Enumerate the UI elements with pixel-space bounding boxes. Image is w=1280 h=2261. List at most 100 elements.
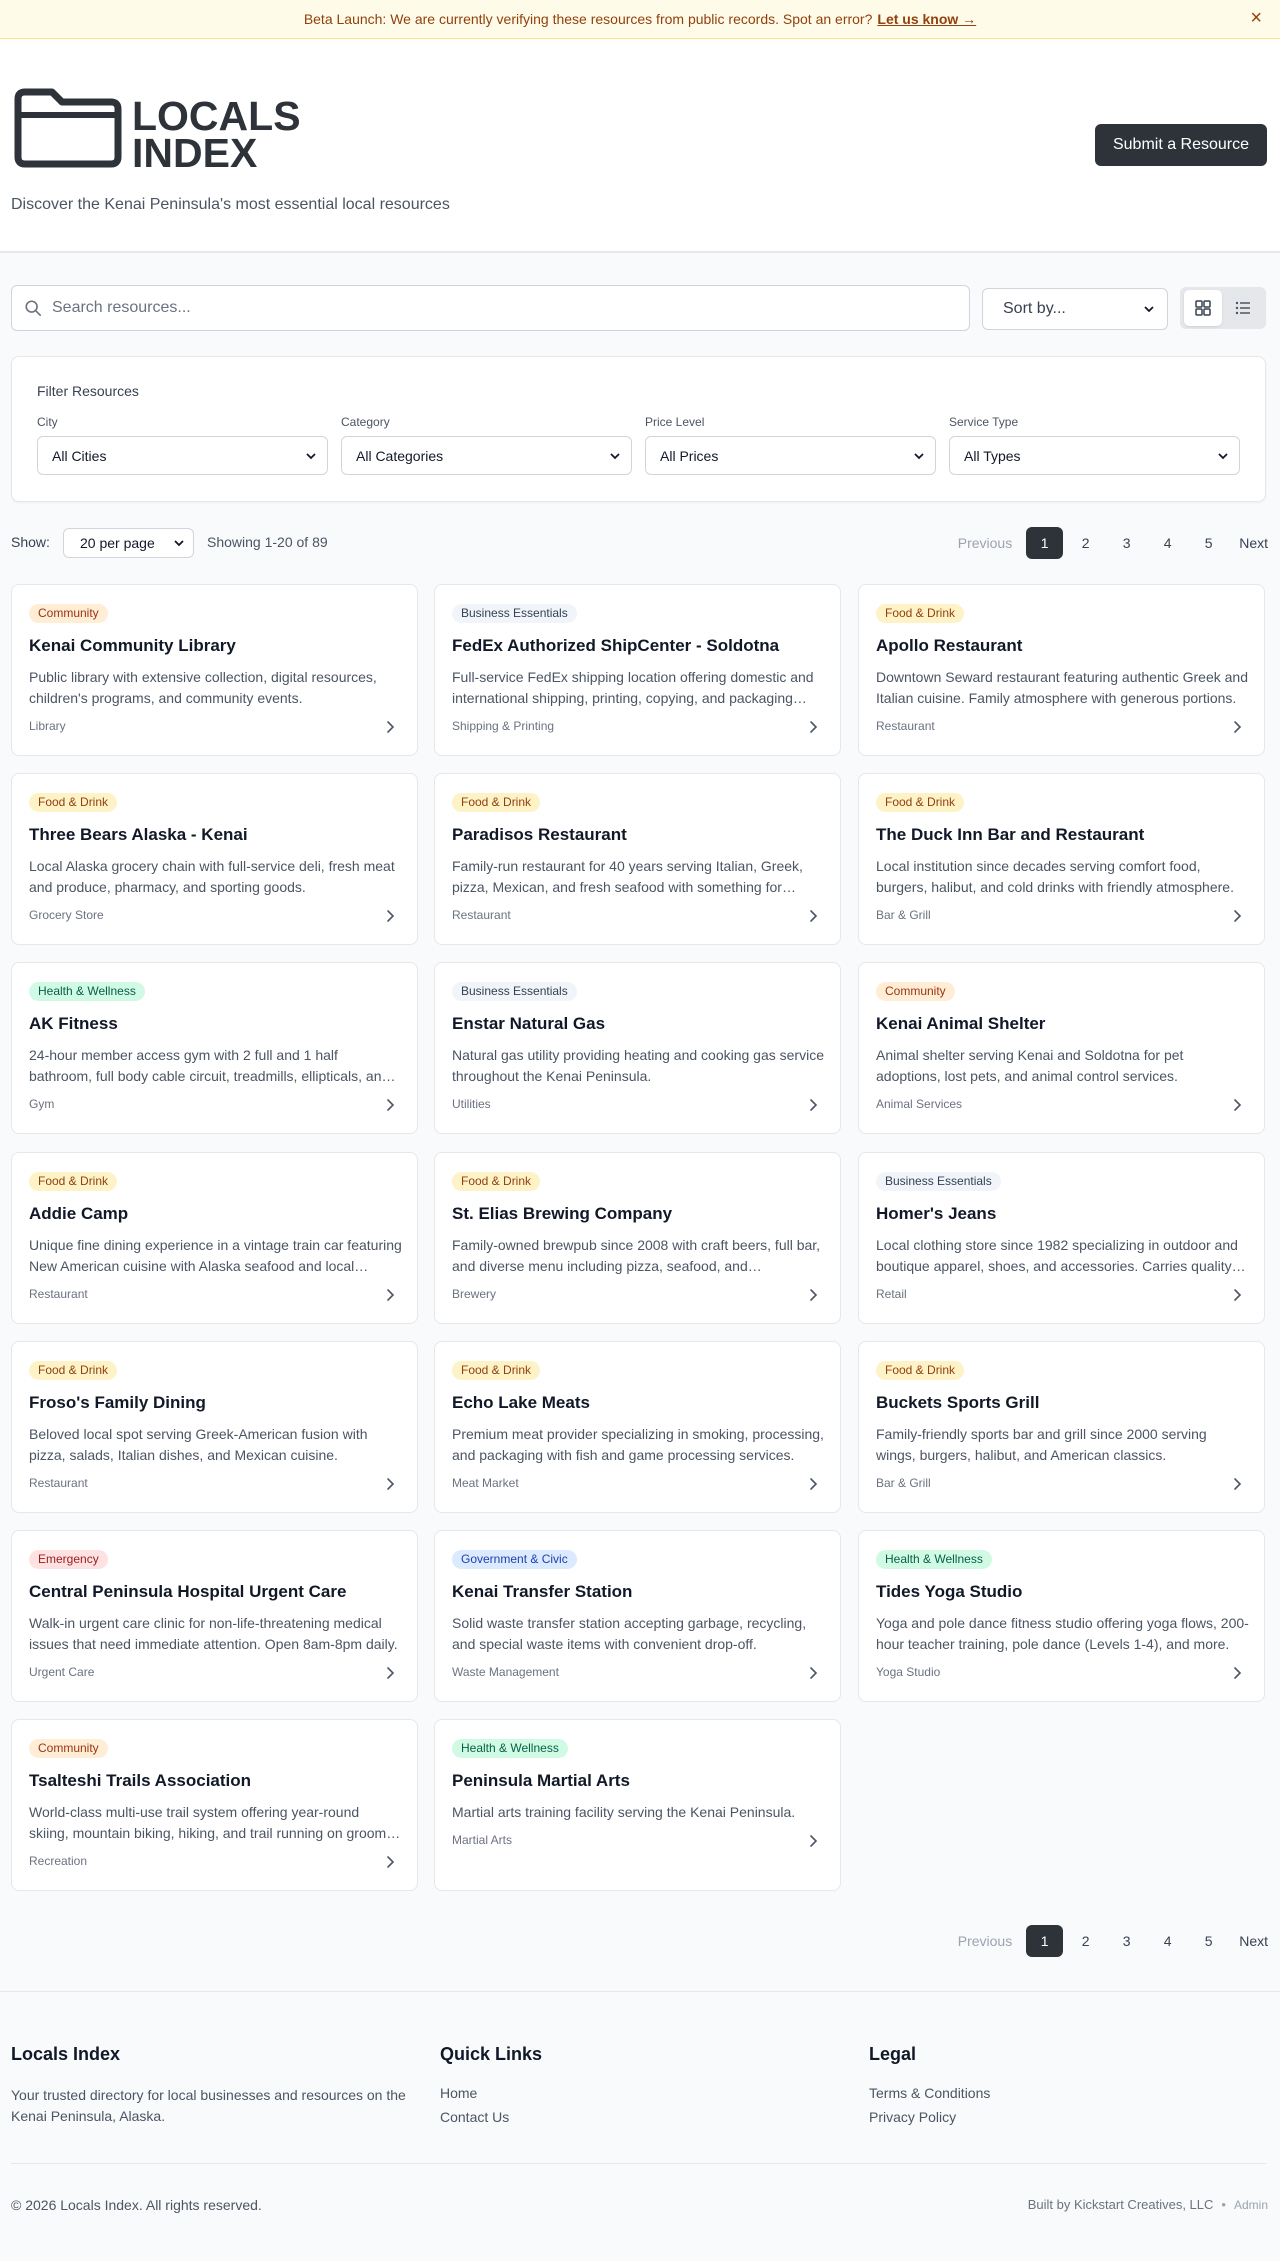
card-description: Beloved local spot serving Greek-America… (29, 1426, 368, 1463)
city-select[interactable]: All Cities (37, 436, 328, 475)
type-select[interactable]: All Types (949, 436, 1240, 475)
resource-card[interactable]: Community Tsalteshi Trails Association Wor… (11, 1719, 418, 1891)
resource-card[interactable]: Health & Wellness AK Fitness 24-hour membe… (11, 962, 418, 1134)
category-badge: Food & Drink (876, 793, 965, 812)
banner-report-link[interactable]: Let us know → (877, 11, 976, 27)
site-logo[interactable]: LOCALS INDEX (14, 87, 304, 177)
grid-view-button[interactable] (1184, 290, 1222, 326)
pagination-bar-top: Show: 20 per page Showing 1-20 of 89 Pre… (0, 525, 1280, 561)
footer-link-privacy[interactable]: Privacy Policy (869, 2109, 990, 2125)
next-button[interactable]: Next (1239, 527, 1268, 559)
page-3-button[interactable]: 3 (1108, 1925, 1145, 1957)
resource-card[interactable]: Food & Drink Froso's Family Dining Beloved… (11, 1341, 418, 1513)
city-value: All Cities (52, 447, 107, 464)
chevron-right-icon (387, 1289, 395, 1301)
page-2-button[interactable]: 2 (1067, 527, 1104, 559)
price-select[interactable]: All Prices (645, 436, 936, 475)
card-description: Family-friendly sports bar and grill sin… (876, 1426, 1207, 1463)
page-4-button[interactable]: 4 (1149, 527, 1186, 559)
list-view-button[interactable] (1224, 290, 1262, 326)
resource-card[interactable]: Food & Drink Three Bears Alaska - Kenai Lo… (11, 773, 418, 945)
resource-card[interactable]: Community Kenai Community Library Public l… (11, 584, 418, 756)
footer-link-terms[interactable]: Terms & Conditions (869, 2085, 990, 2101)
previous-button[interactable]: Previous (958, 527, 1012, 559)
copyright: © 2026 Locals Index. All rights reserved… (11, 2197, 262, 2213)
city-label: City (37, 415, 58, 429)
page-5-button[interactable]: 5 (1190, 527, 1227, 559)
chevron-right-icon (810, 1835, 818, 1847)
resource-card[interactable]: Food & Drink Addie Camp Unique fine dining… (11, 1152, 418, 1324)
built-by-link[interactable]: Built by Kickstart Creatives, LLC (1028, 2197, 1214, 2212)
resource-card[interactable]: Business Essentials Enstar Natural Gas Nat… (434, 962, 841, 1134)
card-description: 24-hour member access gym with 2 full an… (29, 1047, 390, 1084)
sort-value: Sort by... (1003, 300, 1066, 317)
card-description: Downtown Seward restaurant featuring aut… (876, 669, 1248, 706)
previous-button[interactable]: Previous (958, 1925, 1012, 1957)
filter-panel: Filter Resources City All Cities Categor… (11, 356, 1266, 502)
resource-card[interactable]: Business Essentials FedEx Authorized Ship… (434, 584, 841, 756)
category-select[interactable]: All Categories (341, 436, 632, 475)
resource-card[interactable]: Government & Civic Kenai Transfer Station… (434, 1530, 841, 1702)
service-type: Restaurant (452, 908, 511, 922)
resource-card[interactable]: Food & Drink The Duck Inn Bar and Restaur… (858, 773, 1265, 945)
category-badge: Food & Drink (452, 793, 541, 812)
page-5-button[interactable]: 5 (1190, 1925, 1227, 1957)
next-button[interactable]: Next (1239, 1925, 1268, 1957)
admin-link[interactable]: Admin (1234, 2198, 1268, 2212)
resource-card[interactable]: Food & Drink Paradisos Restaurant Family-r… (434, 773, 841, 945)
category-badge: Community (29, 604, 108, 623)
page-1-button[interactable]: 1 (1026, 527, 1064, 559)
category-badge: Food & Drink (452, 1361, 541, 1380)
service-type: Animal Services (876, 1097, 963, 1111)
submit-resource-button[interactable]: Submit a Resource (1095, 124, 1267, 166)
footer-link-home[interactable]: Home (440, 2085, 542, 2101)
service-type: Meat Market (452, 1476, 519, 1490)
page-4-button[interactable]: 4 (1149, 1925, 1186, 1957)
card-description: Family-run restaurant for 40 years servi… (452, 858, 803, 895)
chevron-down-icon (1144, 306, 1154, 313)
category-filter: Category All Categories (341, 415, 632, 475)
search-input[interactable] (52, 299, 932, 317)
footer-links-title: Quick Links (440, 2044, 543, 2064)
service-type: Yoga Studio (876, 1665, 941, 1679)
service-type: Shipping & Printing (452, 719, 555, 733)
footer-link-contact[interactable]: Contact Us (440, 2109, 542, 2125)
service-type: Martial Arts (452, 1833, 513, 1847)
resource-card[interactable]: Food & Drink St. Elias Brewing Company Fam… (434, 1152, 841, 1324)
service-type: Grocery Store (29, 908, 104, 922)
category-badge: Food & Drink (29, 1172, 118, 1191)
resource-card[interactable]: Business Essentials Homer's Jeans Local cl… (858, 1152, 1265, 1324)
sort-select[interactable]: Sort by... (982, 288, 1168, 330)
card-description: Local institution since decades serving … (876, 858, 1234, 895)
card-title: Tides Yoga Studio (876, 1582, 1023, 1601)
logo-line2: INDEX (132, 130, 257, 172)
footer-quick-links: Quick Links Home Contact Us (440, 2044, 542, 2133)
search-bar[interactable] (11, 285, 970, 331)
close-icon[interactable]: × (1250, 8, 1262, 28)
category-badge: Community (29, 1739, 108, 1758)
category-badge: Government & Civic (452, 1550, 577, 1569)
list-icon (1235, 301, 1250, 315)
resource-card[interactable]: Food & Drink Buckets Sports Grill Family-f… (858, 1341, 1265, 1513)
page-3-button[interactable]: 3 (1108, 527, 1145, 559)
page-2-button[interactable]: 2 (1067, 1925, 1104, 1957)
card-description: Animal shelter serving Kenai and Soldotn… (876, 1047, 1184, 1084)
tagline: Discover the Kenai Peninsula's most esse… (11, 196, 450, 213)
chevron-down-icon (174, 540, 184, 547)
resource-card[interactable]: Food & Drink Apollo Restaurant Downtown Se… (858, 584, 1265, 756)
resource-card[interactable]: Community Kenai Animal Shelter Animal shel… (858, 962, 1265, 1134)
category-badge: Food & Drink (876, 604, 965, 623)
resource-card[interactable]: Emergency Central Peninsula Hospital Urge… (11, 1530, 418, 1702)
resource-card[interactable]: Food & Drink Echo Lake Meats Premium meat … (434, 1341, 841, 1513)
type-filter: Service Type All Types (949, 415, 1240, 475)
resource-card[interactable]: Health & Wellness Tides Yoga Studio Yoga a… (858, 1530, 1265, 1702)
footer-about-text: Your trusted directory for local busines… (11, 2087, 406, 2124)
category-badge: Community (876, 982, 955, 1001)
page-1-button[interactable]: 1 (1026, 1925, 1064, 1957)
service-type: Restaurant (876, 719, 935, 733)
chevron-right-icon (387, 721, 395, 733)
resource-card[interactable]: Health & Wellness Peninsula Martial Arts M… (434, 1719, 841, 1891)
category-badge: Business Essentials (876, 1172, 1001, 1191)
per-page-select[interactable]: 20 per page (63, 528, 194, 558)
beta-banner: Beta Launch: We are currently verifying … (0, 0, 1280, 39)
